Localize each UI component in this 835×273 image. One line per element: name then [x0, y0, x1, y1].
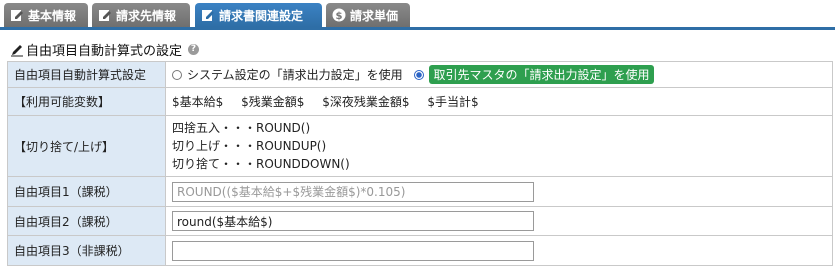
- radio-system-setting[interactable]: システム設定の「請求出力設定」を使用: [172, 66, 403, 83]
- variables-list: $基本給$ $残業金額$ $深夜残業金額$ $手当計$: [165, 87, 833, 116]
- row-free-item-3: 自由項目3（非課税）: [7, 235, 833, 266]
- free-item-3-cell: [165, 235, 833, 266]
- formula-setting-options: システム設定の「請求出力設定」を使用 取引先マスタの「請求出力設定」を使用: [165, 61, 833, 88]
- free-item-2-label: 自由項目2（課税）: [7, 206, 166, 236]
- dollar-icon: $: [332, 8, 346, 22]
- row-variables: 【利用可能変数】 $基本給$ $残業金額$ $深夜残業金額$ $手当計$: [7, 87, 833, 116]
- rounding-line: 四捨五入・・・ROUND(): [172, 121, 311, 135]
- free-item-1-label: 自由項目1（課税）: [7, 176, 166, 207]
- row-free-item-2: 自由項目2（課税）: [7, 206, 833, 236]
- row-rounding: 【切り捨て/上げ】 四捨五入・・・ROUND() 切り上げ・・・ROUNDUP(…: [7, 115, 833, 177]
- row-formula-setting: 自由項目自動計算式設定 システム設定の「請求出力設定」を使用 取引先マスタの「請…: [7, 61, 833, 88]
- radio-circle-selected[interactable]: [414, 69, 425, 80]
- section-title-text: 自由項目自動計算式の設定: [26, 44, 183, 59]
- edit-icon: [202, 10, 214, 21]
- free-item-1-cell: [165, 176, 833, 207]
- free-item-3-label: 自由項目3（非課税）: [7, 235, 166, 266]
- variable-item: $基本給$: [172, 95, 224, 109]
- tab-label: 基本情報: [28, 8, 77, 23]
- variable-item: $手当計$: [427, 95, 479, 109]
- free-item-2-input[interactable]: [172, 211, 534, 231]
- tab-bar: 基本情報 請求先情報 請求書関連設定 $ 請求単価: [0, 0, 835, 30]
- help-icon[interactable]: ?: [188, 44, 200, 55]
- rounding-line: 切り捨て・・・ROUNDDOWN(): [172, 157, 350, 171]
- radio-master-label[interactable]: 取引先マスタの「請求出力設定」を使用: [429, 65, 654, 84]
- tab-billing-info[interactable]: 請求先情報: [92, 3, 190, 27]
- radio-master-setting[interactable]: 取引先マスタの「請求出力設定」を使用: [414, 65, 654, 84]
- free-item-1-input[interactable]: [172, 181, 534, 202]
- formula-settings-table: 自由項目自動計算式設定 システム設定の「請求出力設定」を使用 取引先マスタの「請…: [7, 61, 833, 266]
- tab-basic-info[interactable]: 基本情報: [4, 3, 88, 27]
- section-title: 自由項目自動計算式の設定 ?: [10, 40, 200, 59]
- edit-icon: [99, 10, 111, 21]
- tab-invoice-settings[interactable]: 請求書関連設定: [195, 3, 322, 27]
- radio-system-label[interactable]: システム設定の「請求出力設定」を使用: [187, 66, 403, 83]
- tab-billing-unit-price[interactable]: $ 請求単価: [326, 3, 410, 27]
- tab-label: 請求先情報: [116, 8, 177, 23]
- tab-label: 請求単価: [350, 8, 399, 23]
- variable-item: $深夜残業金額$: [322, 95, 410, 109]
- pencil-icon: [11, 44, 23, 56]
- edit-icon: [11, 10, 23, 21]
- row-free-item-1: 自由項目1（課税）: [7, 176, 833, 207]
- free-item-3-input[interactable]: [172, 240, 534, 261]
- rounding-line: 切り上げ・・・ROUNDUP(): [172, 139, 327, 153]
- rounding-functions: 四捨五入・・・ROUND() 切り上げ・・・ROUNDUP() 切り捨て・・・R…: [165, 115, 833, 177]
- tab-label: 請求書関連設定: [219, 8, 304, 23]
- free-item-2-cell: [165, 206, 833, 236]
- radio-circle[interactable]: [172, 69, 182, 80]
- rounding-label: 【切り捨て/上げ】: [7, 115, 166, 177]
- variables-label: 【利用可能変数】: [7, 87, 166, 116]
- formula-setting-label: 自由項目自動計算式設定: [7, 61, 166, 88]
- svg-text:$: $: [336, 11, 343, 22]
- variable-item: $残業金額$: [241, 95, 305, 109]
